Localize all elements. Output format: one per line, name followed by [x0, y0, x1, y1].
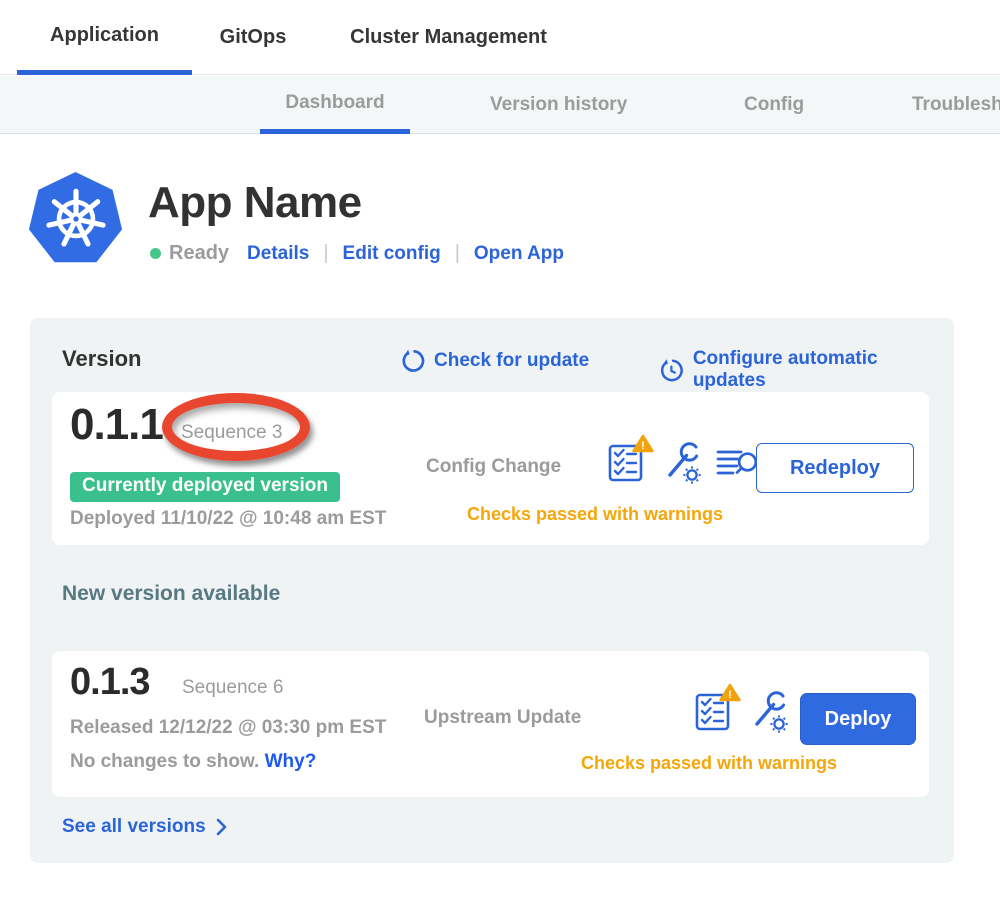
- view-files-icon-button[interactable]: [716, 440, 756, 484]
- configure-automatic-updates-link[interactable]: Configure automatic updates: [658, 348, 954, 392]
- available-version-icons: !: [695, 689, 789, 733]
- redeploy-button[interactable]: Redeploy: [756, 443, 914, 493]
- changes-note: No changes to show. Why?: [70, 751, 316, 773]
- current-version-sequence: Sequence 3: [181, 422, 282, 444]
- details-link[interactable]: Details: [247, 243, 309, 265]
- chevron-right-icon: [216, 818, 227, 836]
- checks-status-text: Checks passed with warnings: [450, 504, 740, 525]
- edit-config-icon-button[interactable]: [662, 440, 702, 484]
- version-panel: Version Check for update Configure autom…: [30, 318, 954, 863]
- refresh-icon: [400, 348, 426, 374]
- current-version-card: 0.1.1 Sequence 3 Currently deployed vers…: [52, 392, 929, 545]
- warning-triangle-icon: !: [719, 683, 741, 702]
- status-dot: [150, 248, 161, 259]
- current-version-icons: !: [608, 440, 756, 484]
- released-timestamp: Released 12/12/22 @ 03:30 pm EST: [70, 717, 386, 739]
- warning-triangle-icon: !: [632, 434, 654, 453]
- clock-refresh-icon: [658, 357, 685, 384]
- subtab-troubleshoot[interactable]: Troubleshoot: [912, 76, 1000, 134]
- currently-deployed-badge: Currently deployed version: [70, 472, 340, 502]
- new-version-heading: New version available: [62, 582, 280, 606]
- divider: |: [455, 242, 460, 265]
- preflight-checks-icon-button[interactable]: !: [608, 440, 648, 484]
- change-type-label: Config Change: [426, 456, 561, 478]
- wrench-gear-icon: [749, 689, 789, 733]
- kubernetes-logo: [28, 172, 123, 266]
- edit-config-link[interactable]: Edit config: [343, 243, 441, 265]
- check-for-update-link[interactable]: Check for update: [400, 348, 589, 374]
- edit-config-icon-button[interactable]: [749, 689, 789, 733]
- subtab-version-history[interactable]: Version history: [490, 76, 627, 134]
- svg-text:!: !: [728, 689, 732, 701]
- available-version-number: 0.1.3: [70, 661, 150, 704]
- subtab-config[interactable]: Config: [744, 76, 804, 134]
- tab-gitops[interactable]: GitOps: [203, 0, 303, 75]
- open-app-link[interactable]: Open App: [474, 243, 564, 265]
- preflight-checks-icon-button[interactable]: !: [695, 689, 735, 733]
- see-all-versions-link[interactable]: See all versions: [62, 816, 227, 838]
- app-status-row: Ready Details | Edit config | Open App: [150, 242, 564, 265]
- available-version-sequence: Sequence 6: [182, 677, 283, 699]
- diff-search-icon: [716, 445, 758, 485]
- page-title: App Name: [148, 178, 362, 228]
- sub-nav: Dashboard Version history Config Trouble…: [0, 76, 1000, 134]
- top-nav: Application GitOps Cluster Management: [0, 0, 1000, 75]
- svg-text:!: !: [641, 440, 645, 452]
- checks-status-text: Checks passed with warnings: [578, 753, 840, 774]
- subtab-dashboard[interactable]: Dashboard: [260, 76, 410, 134]
- admin-console-page: Application GitOps Cluster Management Da…: [0, 0, 1000, 898]
- tab-application[interactable]: Application: [17, 0, 192, 75]
- version-heading: Version: [62, 346, 141, 372]
- wrench-gear-icon: [662, 440, 702, 484]
- deployed-timestamp: Deployed 11/10/22 @ 10:48 am EST: [70, 508, 386, 530]
- current-version-number: 0.1.1: [70, 400, 163, 450]
- divider: |: [323, 242, 328, 265]
- why-link[interactable]: Why?: [265, 751, 317, 772]
- status-badge: Ready: [169, 242, 229, 265]
- available-version-card: 0.1.3 Sequence 6 Released 12/12/22 @ 03:…: [52, 651, 929, 797]
- deploy-button[interactable]: Deploy: [800, 693, 916, 745]
- change-type-label: Upstream Update: [424, 707, 581, 729]
- kubernetes-helm-wheel-icon: [40, 183, 112, 255]
- tab-cluster-management[interactable]: Cluster Management: [326, 0, 571, 75]
